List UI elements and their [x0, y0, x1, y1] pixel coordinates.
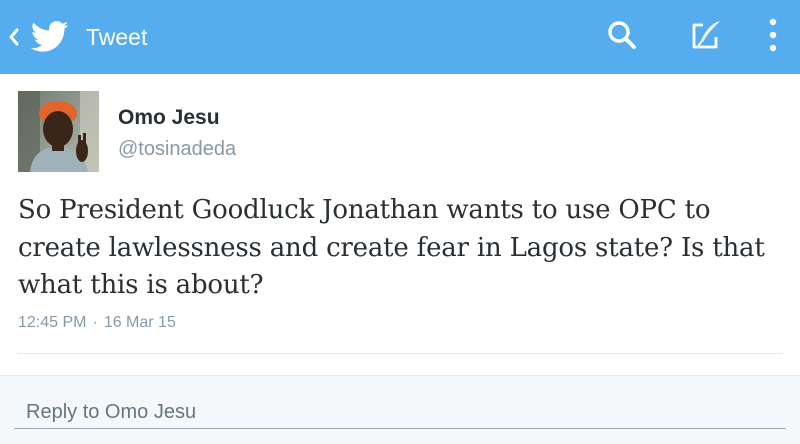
compose-button[interactable] [684, 0, 728, 74]
search-button[interactable] [600, 0, 644, 74]
author-handle[interactable]: @tosinadeda [118, 138, 236, 161]
reply-bar: Reply to Omo Jesu [0, 375, 800, 444]
action-bar: Tweet [0, 0, 800, 74]
page-title: Tweet [86, 24, 148, 50]
tweet-time: 12:45 PM [18, 314, 87, 331]
tweet-timestamp: 12:45 PM · 16 Mar 15 [18, 314, 176, 332]
back-button[interactable] [0, 0, 72, 74]
tweet-text: So President Goodluck Jonathan wants to … [18, 195, 765, 300]
timestamp-separator: · [92, 314, 98, 331]
search-icon [606, 19, 638, 55]
twitter-bird-icon [28, 0, 72, 74]
tweet-detail: Omo Jesu @tosinadeda So President Goodlu… [0, 74, 800, 444]
overflow-menu-button[interactable] [754, 0, 792, 74]
overflow-menu-icon [768, 17, 778, 57]
reply-input[interactable]: Reply to Omo Jesu [14, 395, 786, 429]
divider [18, 353, 782, 354]
avatar[interactable] [18, 91, 99, 172]
chevron-left-icon [0, 0, 28, 74]
author-name[interactable]: Omo Jesu [118, 106, 220, 130]
tweet-date: 16 Mar 15 [103, 314, 176, 331]
compose-icon [689, 19, 723, 55]
